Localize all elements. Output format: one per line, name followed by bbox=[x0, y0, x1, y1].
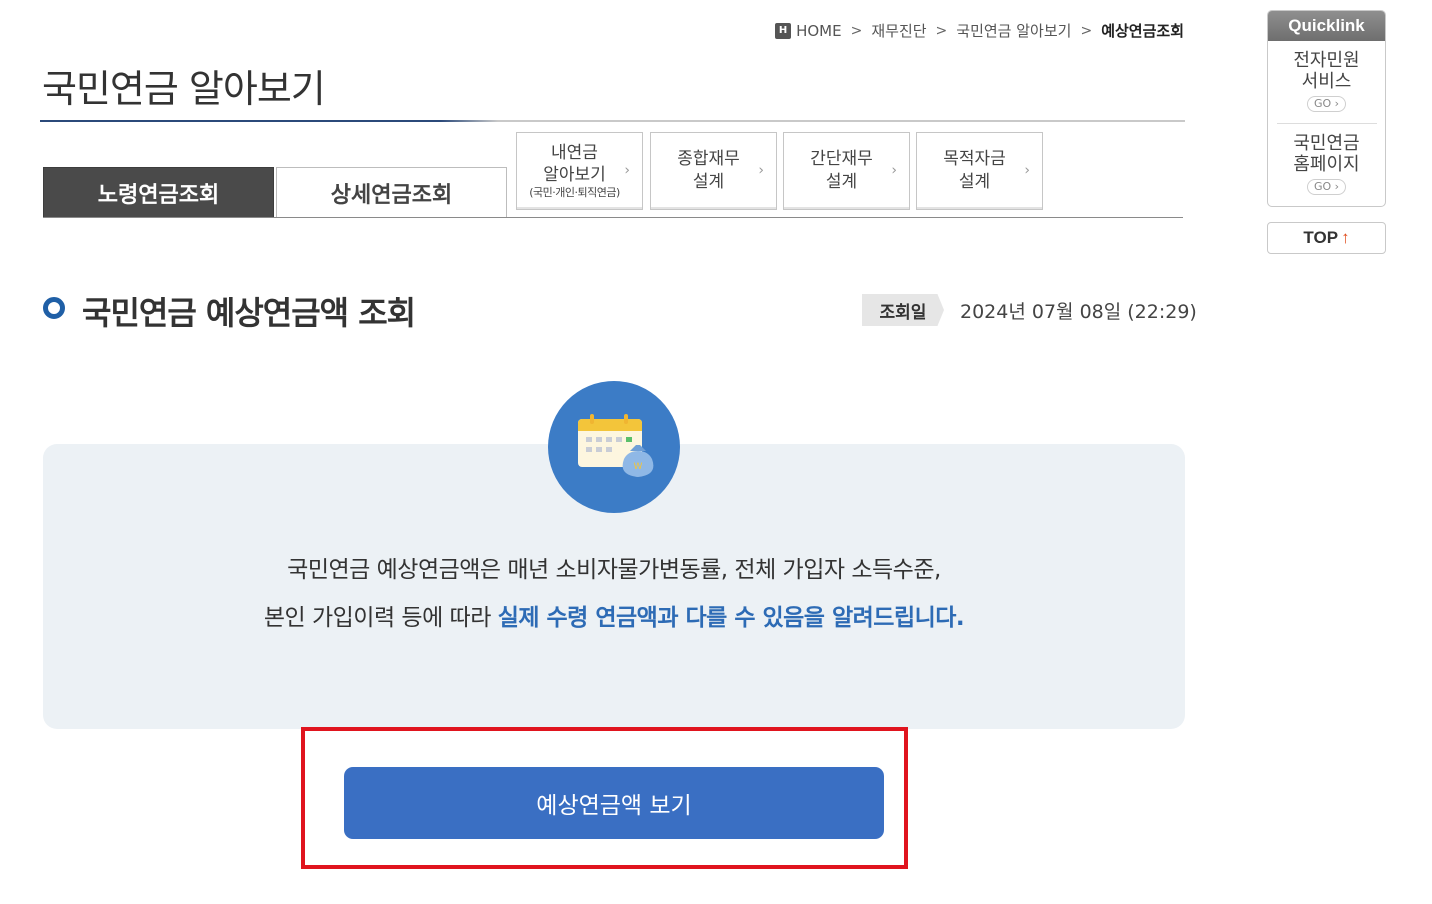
title-divider bbox=[40, 120, 1185, 122]
notice-line-2: 본인 가입이력 등에 따라 실제 수령 연금액과 다를 수 있음을 알려드립니다… bbox=[43, 598, 1185, 632]
subtab-comprehensive-plan[interactable]: 종합재무 설계 › bbox=[650, 132, 777, 210]
breadcrumb-separator-icon: > bbox=[1080, 22, 1093, 39]
subtab-label: 알아보기 bbox=[543, 164, 606, 185]
subtab-simple-plan[interactable]: 간단재무 설계 › bbox=[783, 132, 910, 210]
subtab-label: 설계 bbox=[825, 172, 858, 192]
subtab-my-pension[interactable]: 내연금 알아보기 (국민·개인·퇴직연금) › bbox=[516, 132, 643, 210]
chevron-right-icon: › bbox=[891, 162, 897, 179]
tab-divider bbox=[43, 217, 1183, 218]
breadcrumb-home[interactable]: HOME bbox=[796, 22, 842, 40]
subtab-label: 내연금 bbox=[551, 142, 598, 163]
breadcrumb-financial-diagnosis[interactable]: 재무진단 bbox=[871, 20, 926, 41]
notice-line-2-plain: 본인 가입이력 등에 따라 bbox=[263, 605, 498, 631]
subtab-purpose-fund-plan[interactable]: 목적자금 설계 › bbox=[916, 132, 1043, 210]
quicklink-label: 홈페이지 bbox=[1293, 153, 1360, 175]
subtab-label: 설계 bbox=[958, 172, 991, 192]
arrow-up-icon: ↑ bbox=[1341, 228, 1350, 247]
quicklink-label: 서비스 bbox=[1301, 70, 1352, 92]
notice-highlight: 실제 수령 연금액과 다를 수 있음을 알려드립니다. bbox=[497, 605, 965, 631]
page-title: 국민연금 알아보기 bbox=[42, 67, 326, 111]
go-button[interactable]: GO › bbox=[1306, 179, 1347, 196]
subtab-label: 목적자금 bbox=[943, 149, 1006, 170]
calendar-money-icon: W bbox=[548, 381, 680, 513]
scroll-top-button[interactable]: TOP ↑ bbox=[1267, 222, 1386, 254]
subtab-note: (국민·개인·퇴직연금) bbox=[529, 185, 620, 199]
chevron-right-icon: › bbox=[758, 162, 764, 179]
breadcrumb-national-pension[interactable]: 국민연금 알아보기 bbox=[956, 20, 1071, 41]
tab-old-age-pension[interactable]: 노령연금조회 bbox=[43, 167, 274, 218]
chevron-right-icon: › bbox=[624, 162, 630, 179]
breadcrumb-current: 예상연금조회 bbox=[1101, 22, 1184, 40]
calendar-money-icon-graphic: W bbox=[578, 414, 654, 477]
breadcrumb: H HOME > 재무진단 > 국민연금 알아보기 > 예상연금조회 bbox=[775, 20, 1184, 41]
home-icon[interactable]: H bbox=[775, 22, 792, 39]
quicklink-title: Quicklink bbox=[1268, 11, 1385, 41]
svg-text:W: W bbox=[634, 462, 643, 472]
subtab-label: 종합재무 bbox=[677, 149, 740, 170]
quicklink-label: 국민연금 bbox=[1293, 133, 1360, 155]
quicklink-nps-homepage[interactable]: 국민연금 홈페이지 GO › bbox=[1268, 124, 1385, 196]
chevron-right-icon: › bbox=[1024, 162, 1030, 179]
section-bullet-icon bbox=[43, 297, 65, 319]
inquiry-date-value: 2024년 07월 08일 (22:29) bbox=[960, 301, 1197, 323]
breadcrumb-separator-icon: > bbox=[850, 22, 863, 39]
subtab-label: 설계 bbox=[692, 172, 725, 192]
inquiry-date-label: 조회일 bbox=[862, 294, 944, 326]
tab-detailed-pension[interactable]: 상세연금조회 bbox=[276, 167, 507, 218]
subtab-label: 간단재무 bbox=[810, 149, 873, 170]
quicklink-e-civil-service[interactable]: 전자민원 서비스 GO › bbox=[1268, 41, 1385, 113]
section-title: 국민연금 예상연금액 조회 bbox=[82, 294, 416, 332]
view-expected-pension-button[interactable]: 예상연금액 보기 bbox=[344, 767, 884, 839]
quicklink-panel: Quicklink 전자민원 서비스 GO › 국민연금 홈페이지 GO › bbox=[1267, 10, 1386, 207]
go-button[interactable]: GO › bbox=[1306, 96, 1347, 113]
top-label: TOP bbox=[1303, 228, 1339, 247]
notice-line-1: 국민연금 예상연금액은 매년 소비자물가변동률, 전체 가입자 소득수준, bbox=[287, 557, 941, 583]
quicklink-label: 전자민원 bbox=[1293, 50, 1360, 71]
breadcrumb-separator-icon: > bbox=[935, 22, 948, 39]
